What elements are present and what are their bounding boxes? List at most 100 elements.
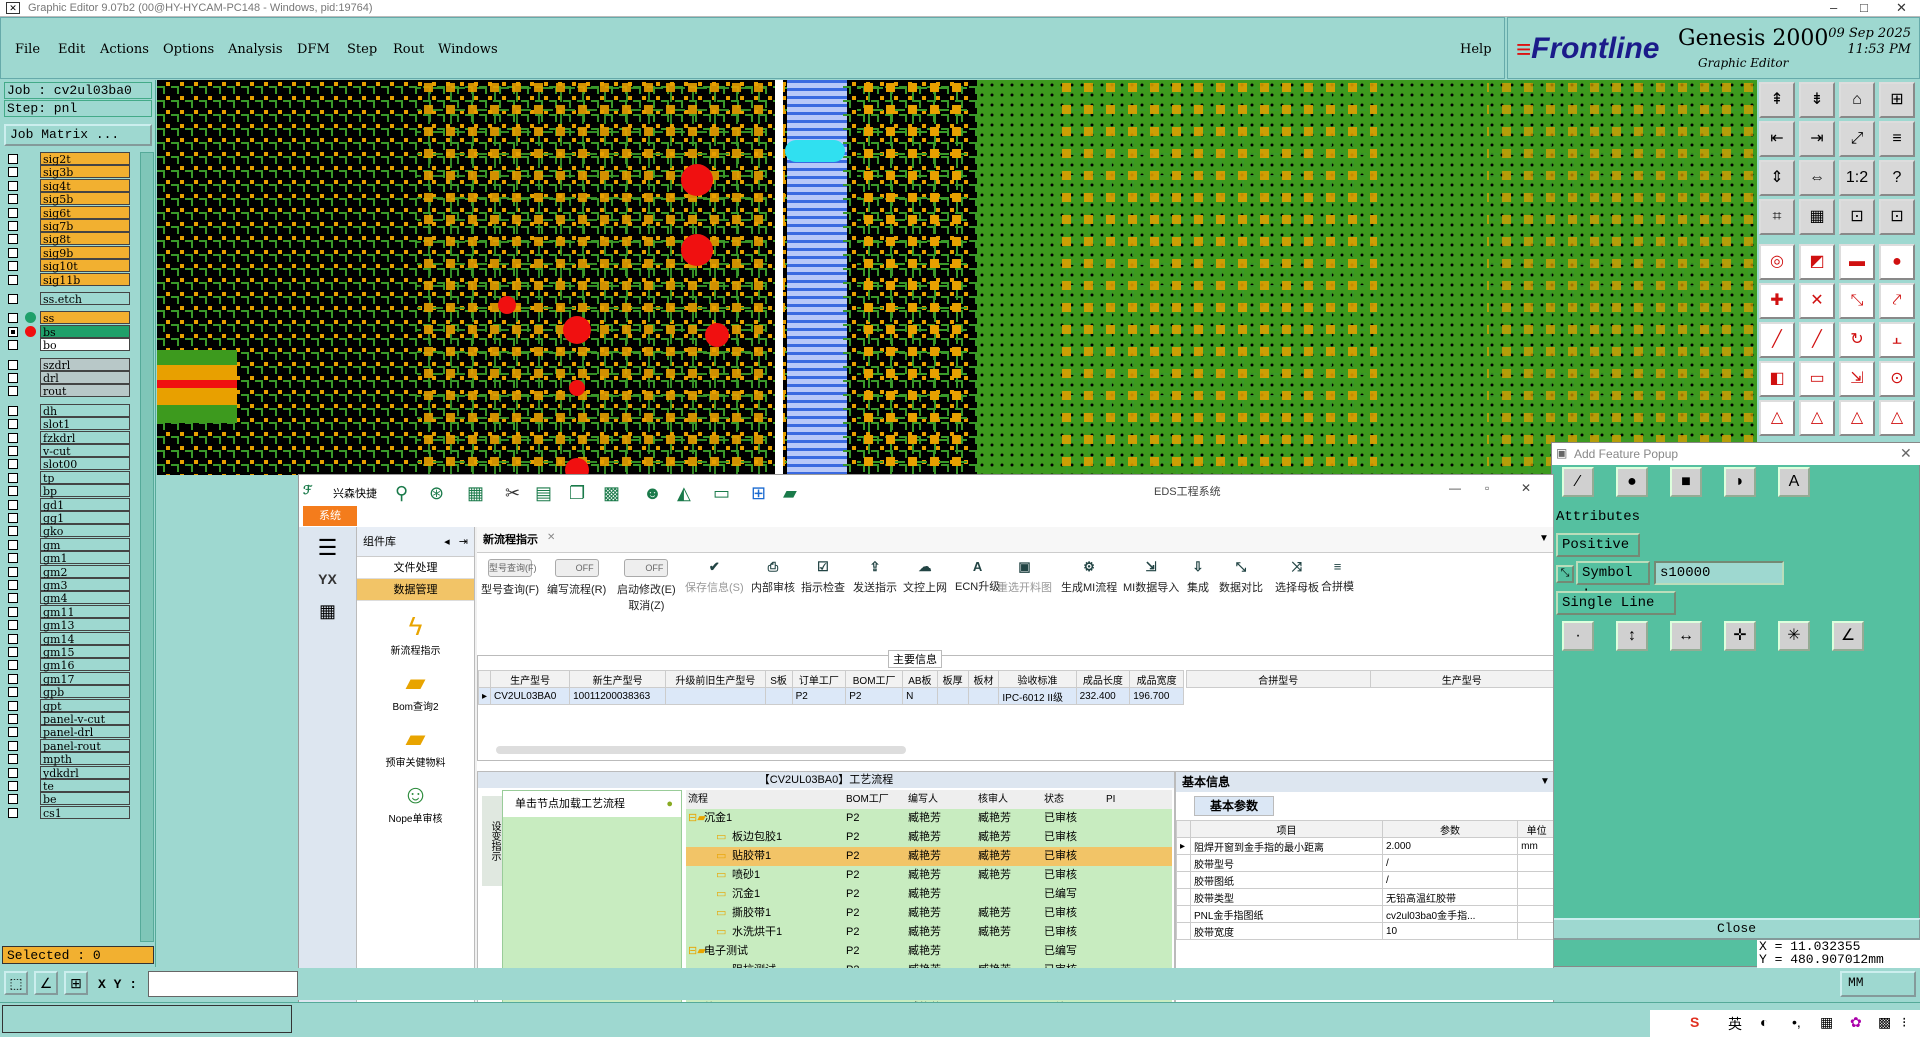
layer-checkbox[interactable] — [8, 606, 18, 617]
layer-checkbox[interactable] — [8, 294, 18, 304]
layer-row[interactable]: panel-drl — [8, 725, 130, 739]
menu-windows[interactable]: Windows — [438, 42, 498, 57]
system-tab[interactable]: 系统 — [303, 506, 357, 526]
layer-checkbox[interactable] — [8, 660, 18, 671]
xy-input[interactable] — [148, 971, 298, 997]
tab-close-icon[interactable]: ✕ — [547, 532, 555, 543]
book-icon[interactable]: ▰ — [783, 483, 797, 504]
layer-row[interactable]: ss — [8, 311, 130, 325]
layer-row[interactable]: sig11b — [8, 272, 130, 287]
zoom-fit-icon[interactable]: ⤢ — [1839, 121, 1875, 157]
layer-row[interactable]: drl — [8, 371, 130, 385]
layer-row[interactable]: te — [8, 779, 130, 793]
apps-icon[interactable]: ▩ — [603, 483, 620, 504]
menu-file[interactable]: File — [15, 42, 40, 57]
layer-row[interactable]: bs — [8, 324, 130, 339]
layer-checkbox[interactable] — [8, 807, 18, 818]
cross-mode-button[interactable]: ✛ — [1724, 621, 1756, 651]
nav-file-processing[interactable]: 文件处理 — [357, 557, 474, 579]
chart-icon[interactable]: ◭ — [677, 483, 691, 504]
home-icon[interactable]: ⌂ — [1839, 82, 1875, 118]
layer-checkbox[interactable] — [8, 566, 18, 577]
display-icon[interactable]: ⊞ — [1879, 82, 1915, 118]
eds-tool-2[interactable]: OFF 启动修改(E) 取消(Z) — [617, 559, 676, 613]
layer-row[interactable]: sig9b — [8, 245, 130, 260]
menu-help[interactable]: Help — [1460, 42, 1492, 57]
layer-row[interactable]: slot1 — [8, 417, 130, 431]
eds-tool-6[interactable]: ⇪ 发送指示 — [853, 559, 897, 595]
surface-tool-button[interactable]: ■ — [1670, 467, 1702, 497]
eds-tool-3[interactable]: ✔ 保存信息(S) — [685, 559, 744, 595]
minus-icon[interactable]: ▭ — [1799, 361, 1835, 397]
menu-rout[interactable]: Rout — [393, 42, 424, 57]
nope-audit-shortcut[interactable]: ☺ Nope单审核 — [357, 779, 474, 825]
layer-row[interactable]: v-cut — [8, 444, 130, 458]
layer-checkbox[interactable] — [8, 154, 18, 164]
bom-query-shortcut[interactable]: ▰ Bom查询2 — [357, 667, 474, 713]
eds-tool-0[interactable]: 型号查询(F) 型号查询(F) — [481, 559, 539, 597]
layer-row[interactable]: gm1 — [8, 551, 130, 565]
triangle-icon[interactable]: △ — [1759, 400, 1795, 436]
triangle3-icon[interactable]: △ — [1839, 400, 1875, 436]
flow-row[interactable]: ▭ 贴胶带1 P2 臧艳芳 臧艳芳 已审核 — [686, 847, 1172, 866]
ime-logo-icon[interactable]: S — [1690, 1014, 1699, 1030]
layer-row[interactable]: slot00 — [8, 457, 130, 471]
symbol-picker-icon[interactable]: ⤡ — [1556, 565, 1574, 583]
layer-checkbox[interactable] — [8, 767, 18, 778]
eds-tool-8[interactable]: A ECN升级 — [955, 559, 1000, 594]
user-icon[interactable]: ☻ — [643, 483, 662, 504]
ime-language[interactable]: 英 — [1728, 1014, 1742, 1034]
popup-close-icon[interactable]: ✕ — [1900, 445, 1912, 462]
eds-tool-10[interactable]: ⚙ 生成MI流程 — [1061, 559, 1117, 595]
layer-checkbox[interactable] — [8, 754, 18, 765]
layer-checkbox[interactable] — [8, 794, 18, 805]
layer-row[interactable]: bo — [8, 338, 130, 352]
layer-row[interactable]: cs1 — [8, 805, 130, 820]
maximize-button[interactable]: □ — [1860, 0, 1868, 16]
layer-checkbox[interactable] — [8, 261, 18, 272]
layer-row[interactable]: mpth — [8, 752, 130, 766]
query-icon[interactable]: ? — [1879, 160, 1915, 196]
more-icon[interactable]: ⁝ — [1902, 1014, 1906, 1031]
layer-checkbox[interactable] — [8, 234, 18, 245]
close-button[interactable]: ✕ — [1896, 0, 1907, 16]
move-icon[interactable]: ⤡ — [1839, 283, 1875, 319]
move-red-icon[interactable]: ◧ — [1759, 361, 1795, 397]
layer-checkbox[interactable] — [8, 687, 18, 698]
punctuation-icon[interactable]: •, — [1792, 1014, 1801, 1030]
eds-tool-15[interactable]: ≡ 合拼模 — [1321, 559, 1354, 594]
layer-checkbox[interactable] — [8, 180, 18, 191]
layer-checkbox[interactable] — [8, 700, 18, 711]
layer-checkbox[interactable] — [8, 446, 18, 456]
layer-row[interactable]: gm17 — [8, 671, 130, 686]
layer-checkbox[interactable] — [8, 386, 18, 397]
ruler-icon[interactable]: ▬ — [1839, 244, 1875, 280]
one-to-one-icon[interactable]: 1:2 — [1839, 160, 1875, 196]
layer-row[interactable]: sig6t — [8, 205, 130, 220]
polygon-icon[interactable]: ◩ — [1799, 244, 1835, 280]
layer-checkbox[interactable] — [8, 740, 18, 751]
layer-row[interactable]: gm14 — [8, 631, 130, 646]
layer-row[interactable]: tp — [8, 470, 130, 485]
pad-icon[interactable]: ● — [1879, 244, 1915, 280]
layer-row[interactable]: ss.etch — [8, 292, 130, 306]
layer-row[interactable]: rout — [8, 384, 130, 398]
layer-checkbox[interactable] — [8, 647, 18, 657]
nav-data-management[interactable]: 数据管理 — [357, 579, 474, 601]
line-tool-button[interactable]: ⁄ — [1562, 467, 1594, 497]
line-mode-dropdown[interactable]: Single Line — [1556, 591, 1676, 615]
eds-tool-4[interactable]: ⎙ 内部审核 — [751, 559, 795, 595]
grid-scrollbar[interactable] — [496, 746, 906, 754]
menu-hamburger-icon[interactable]: ☰ — [299, 535, 356, 561]
layer-row[interactable]: sig4t — [8, 178, 130, 193]
eds-maximize-button[interactable]: ▫ — [1485, 481, 1489, 495]
scissors-icon[interactable]: ✂ — [505, 483, 520, 504]
job-matrix-button[interactable]: Job Matrix ... — [4, 124, 152, 146]
flow-row[interactable]: ▭ 板边包胶1 P2 臧艳芳 臧艳芳 已审核 — [686, 828, 1172, 847]
layer-checkbox[interactable] — [8, 499, 18, 510]
layer-row[interactable]: ydkdrl — [8, 765, 130, 780]
calculator-icon[interactable]: ▦ — [299, 601, 356, 622]
layer-checkbox[interactable] — [8, 373, 18, 383]
grid-icon[interactable]: ▦ — [1799, 199, 1835, 235]
layer-checkbox[interactable] — [8, 359, 18, 370]
